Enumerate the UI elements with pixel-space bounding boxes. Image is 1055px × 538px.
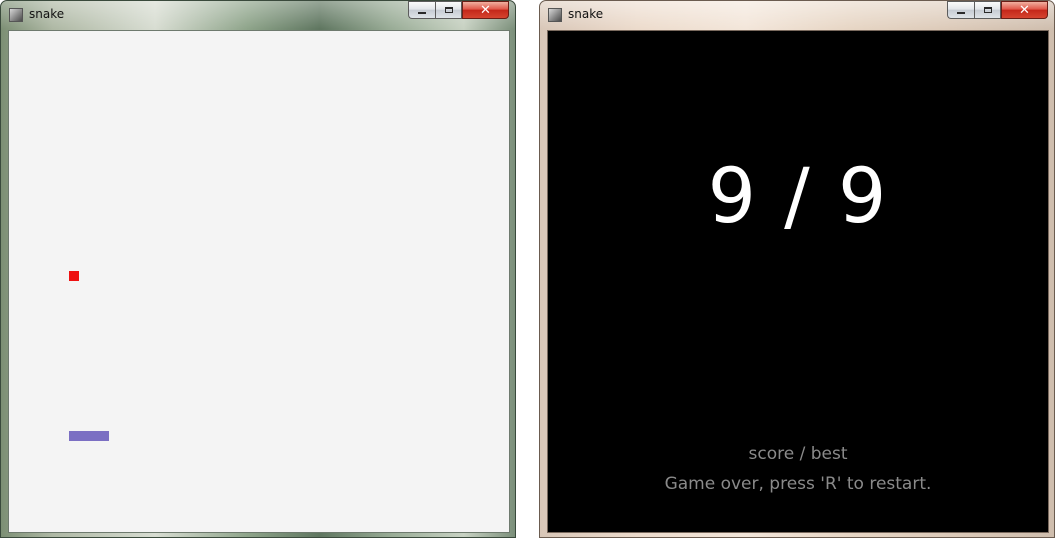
- app-icon[interactable]: [548, 8, 562, 22]
- close-icon: ✕: [1019, 2, 1030, 18]
- snake-window-game-over: snake ✕ 9 / 9 score / best Game over, pr…: [539, 0, 1055, 538]
- maximize-icon: [444, 7, 453, 13]
- minimize-button[interactable]: [408, 1, 435, 19]
- restart-hint: Game over, press 'R' to restart.: [664, 474, 932, 494]
- snake-body: [69, 431, 109, 441]
- close-button[interactable]: ✕: [462, 1, 509, 19]
- close-button[interactable]: ✕: [1001, 1, 1048, 19]
- caption-buttons: ✕: [947, 1, 1048, 21]
- maximize-icon: [983, 7, 992, 13]
- maximize-button[interactable]: [435, 1, 462, 19]
- score-caption: score / best: [748, 444, 848, 464]
- score-display: 9 / 9: [707, 151, 889, 240]
- close-icon: ✕: [480, 2, 491, 18]
- window-title: snake: [568, 7, 604, 21]
- snake-window-playing: snake ✕: [0, 0, 516, 538]
- minimize-icon: [418, 12, 426, 14]
- game-over-screen[interactable]: 9 / 9 score / best Game over, press 'R' …: [547, 30, 1049, 533]
- window-title: snake: [29, 7, 65, 21]
- game-board[interactable]: [8, 30, 510, 533]
- maximize-button[interactable]: [974, 1, 1001, 19]
- food-pellet: [69, 271, 79, 281]
- minimize-icon: [957, 12, 965, 14]
- caption-buttons: ✕: [408, 1, 509, 21]
- app-icon[interactable]: [9, 8, 23, 22]
- minimize-button[interactable]: [947, 1, 974, 19]
